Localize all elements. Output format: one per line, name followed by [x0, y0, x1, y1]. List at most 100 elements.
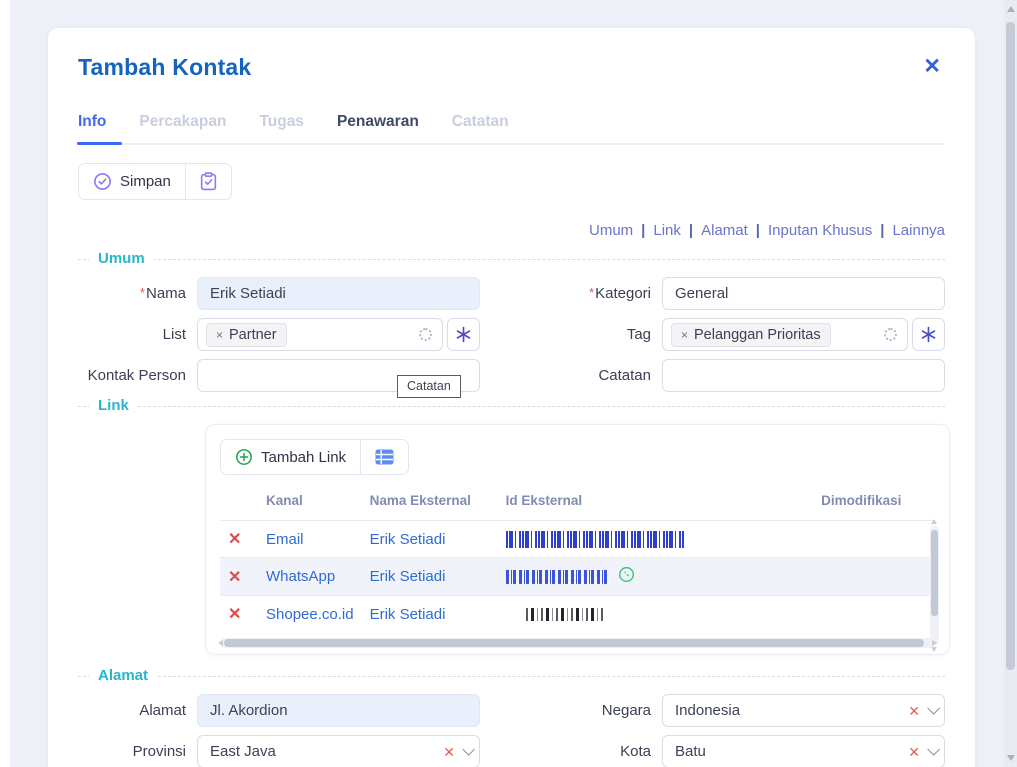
separator: |	[689, 222, 693, 239]
link-table-card: Tambah Link	[205, 424, 950, 655]
tag-create-button[interactable]	[912, 318, 945, 351]
tag-chip-label: Pelanggan Prioritas	[694, 327, 821, 343]
tag-label: Tag	[480, 326, 662, 343]
clear-icon[interactable]: ✕	[908, 745, 920, 759]
kategori-label: Kategori	[480, 285, 662, 302]
tag-chip: × Pelanggan Prioritas	[671, 323, 831, 347]
table-view-button[interactable]	[360, 440, 408, 474]
nama-eksternal-link[interactable]: Erik Setiadi	[370, 568, 446, 585]
nama-eksternal-link[interactable]: Erik Setiadi	[370, 531, 446, 548]
section-link-link[interactable]: Link	[653, 222, 681, 239]
section-alamat: Alamat Alamat Jl. Akordion Negara Indone…	[78, 676, 945, 767]
section-alamat-legend: Alamat	[89, 667, 157, 684]
table-row: ✕ WhatsApp Erik Setiadi	[220, 558, 935, 596]
nama-input[interactable]: Erik Setiadi	[197, 277, 480, 310]
table-vertical-scrollbar[interactable]	[930, 526, 939, 645]
section-umum-legend: Umum	[89, 250, 154, 267]
tab-penawaran[interactable]: Penawaran	[337, 107, 419, 143]
kanal-link[interactable]: Shopee.co.id	[266, 606, 354, 623]
kategori-input[interactable]: General	[662, 277, 945, 310]
provinsi-label: Provinsi	[78, 743, 197, 760]
page-scrollbar[interactable]	[1004, 0, 1017, 767]
scrollbar-thumb[interactable]	[1006, 22, 1015, 670]
page-title: Tambah Kontak	[78, 54, 251, 81]
save-button-label: Simpan	[120, 173, 171, 190]
whatsapp-icon	[618, 566, 635, 587]
save-button[interactable]: Simpan	[79, 164, 185, 199]
red-x-icon[interactable]: ✕	[228, 569, 241, 586]
loading-spinner-icon	[884, 328, 897, 341]
section-umum: Umum Nama Erik Setiadi Kategori General …	[78, 259, 945, 392]
table-horizontal-scrollbar[interactable]	[220, 638, 935, 648]
scroll-up-arrow[interactable]	[1007, 6, 1015, 12]
plus-circle-icon	[235, 448, 253, 466]
provinsi-select[interactable]: East Java	[197, 735, 480, 767]
clipboard-button[interactable]	[185, 164, 231, 199]
loading-spinner-icon	[419, 328, 432, 341]
col-header-nama-eksternal: Nama Eksternal	[362, 487, 498, 521]
col-header-kanal: Kanal	[258, 487, 362, 521]
clear-icon[interactable]: ✕	[443, 745, 455, 759]
red-x-icon[interactable]: ✕	[228, 531, 241, 548]
asterisk-icon	[455, 326, 472, 343]
list-multiselect[interactable]: × Partner	[197, 318, 443, 351]
section-nav: Umum| Link| Alamat| Inputan Khusus| Lain…	[78, 222, 945, 239]
alamat-label: Alamat	[78, 702, 197, 719]
nama-eksternal-link[interactable]: Erik Setiadi	[370, 606, 446, 623]
section-link-alamat[interactable]: Alamat	[701, 222, 748, 239]
kota-select[interactable]: Batu	[662, 735, 945, 767]
tag-multiselect[interactable]: × Pelanggan Prioritas	[662, 318, 908, 351]
dimodifikasi-cell	[788, 596, 935, 633]
list-chip: × Partner	[206, 323, 287, 347]
negara-label: Negara	[480, 702, 662, 719]
col-header-dimodifikasi: Dimodifikasi	[788, 487, 935, 521]
tabbar: Info Percakapan Tugas Penawaran Catatan	[78, 107, 945, 145]
tab-catatan[interactable]: Catatan	[452, 107, 509, 143]
catatan-tooltip: Catatan	[397, 375, 461, 398]
tab-percakapan[interactable]: Percakapan	[139, 107, 226, 143]
catatan-label: Catatan Catatan	[480, 367, 662, 384]
list-chip-label: Partner	[229, 327, 277, 343]
chip-remove-icon[interactable]: ×	[216, 328, 223, 342]
separator: |	[880, 222, 884, 239]
scroll-down-arrow[interactable]	[1007, 755, 1015, 761]
catatan-input[interactable]	[662, 359, 945, 392]
kanal-link[interactable]: WhatsApp	[266, 568, 335, 585]
check-circle-icon	[93, 172, 112, 191]
chip-remove-icon[interactable]: ×	[681, 328, 688, 342]
tambah-link-label: Tambah Link	[261, 449, 346, 466]
separator: |	[641, 222, 645, 239]
close-icon[interactable]: ✕	[919, 54, 945, 79]
clipboard-check-icon	[200, 172, 217, 191]
table-row: ✕ Email Erik Setiadi	[220, 521, 935, 558]
section-link-umum[interactable]: Umum	[589, 222, 633, 239]
red-x-icon[interactable]: ✕	[228, 606, 241, 623]
kanal-link[interactable]: Email	[266, 531, 304, 548]
masked-id-barcode	[526, 608, 604, 621]
dimodifikasi-cell	[788, 558, 935, 596]
list-create-button[interactable]	[447, 318, 480, 351]
masked-id-number	[506, 570, 610, 584]
table-icon	[375, 449, 394, 465]
alamat-input[interactable]: Jl. Akordion	[197, 694, 480, 727]
dimodifikasi-cell	[788, 521, 935, 558]
left-edge-strip	[0, 0, 10, 767]
kota-label: Kota	[480, 743, 662, 760]
link-table: Kanal Nama Eksternal Id Eksternal Dimodi…	[220, 487, 935, 632]
tambah-link-button[interactable]: Tambah Link	[221, 440, 360, 474]
clear-icon[interactable]: ✕	[908, 704, 920, 718]
section-link-lainnya[interactable]: Lainnya	[892, 222, 945, 239]
nama-label: Nama	[78, 285, 197, 302]
asterisk-icon	[920, 326, 937, 343]
list-label: List	[78, 326, 197, 343]
tab-info[interactable]: Info	[78, 107, 106, 143]
masked-id-barcode	[506, 531, 684, 548]
section-link-inputan-khusus[interactable]: Inputan Khusus	[768, 222, 872, 239]
tab-tugas[interactable]: Tugas	[259, 107, 304, 143]
table-row: ✕ Shopee.co.id Erik Setiadi	[220, 596, 935, 633]
kontak-person-label: Kontak Person	[78, 367, 197, 384]
negara-select[interactable]: Indonesia	[662, 694, 945, 727]
section-link-legend: Link	[89, 397, 138, 414]
col-header-id-eksternal: Id Eksternal	[498, 487, 788, 521]
tambah-kontak-modal: Tambah Kontak ✕ Info Percakapan Tugas Pe…	[48, 28, 975, 767]
